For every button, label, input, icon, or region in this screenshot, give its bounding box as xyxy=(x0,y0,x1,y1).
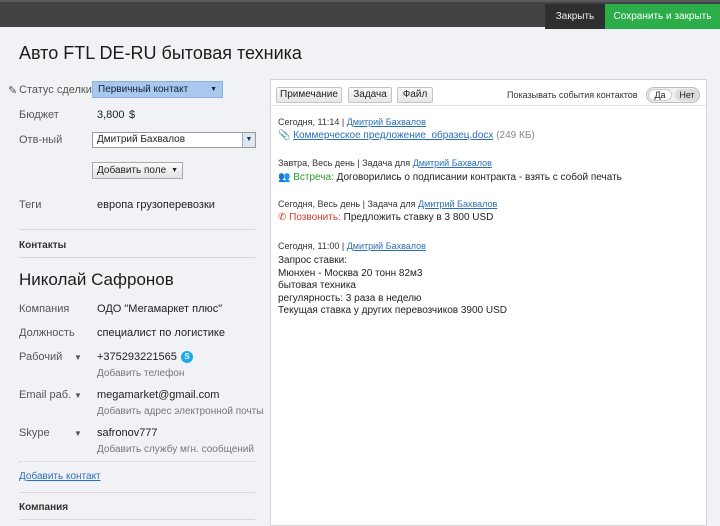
author-link[interactable]: Дмитрий Бахвалов xyxy=(413,158,492,168)
event-meeting: 👥 Встреча: Договорились о подписании кон… xyxy=(278,172,622,183)
event-meta: Завтра, Весь день | Задача для Дмитрий Б… xyxy=(278,158,492,168)
task-text[interactable]: Договорились о подписании контракта - вз… xyxy=(337,172,622,183)
tab-file[interactable]: Файл xyxy=(397,87,433,103)
company-label: Компания xyxy=(19,303,70,315)
chevron-down-icon: ▼ xyxy=(171,167,178,174)
event-time: Сегодня, 11:14 | xyxy=(278,117,345,127)
note-line: Запрос ставки: xyxy=(278,255,347,266)
add-contact-link[interactable]: Добавить контакт xyxy=(19,471,101,482)
contact-name[interactable]: Николай Сафронов xyxy=(19,270,174,290)
position-value[interactable]: специалист по логистике xyxy=(97,327,225,339)
divider xyxy=(19,257,255,258)
phone-icon: ✆ xyxy=(278,212,287,223)
event-meta: Сегодня, 11:14 | Дмитрий Бахвалов xyxy=(278,117,426,127)
budget-label: Бюджет xyxy=(19,109,59,121)
edit-pencil-icon: ✎ xyxy=(8,85,18,97)
meeting-icon: 👥 xyxy=(278,172,291,183)
responsible-label: Отв-ный xyxy=(19,134,63,146)
email-type-dropdown-icon[interactable]: ▼ xyxy=(74,391,82,400)
email-type-label: Email раб. xyxy=(19,389,72,401)
add-im-link[interactable]: Добавить службу мгн. сообщений xyxy=(97,444,254,455)
responsible-select[interactable]: Дмитрий Бахвалов ▼ xyxy=(92,132,256,148)
author-link[interactable]: Дмитрий Бахвалов xyxy=(418,199,497,209)
event-time: Сегодня, Весь день | Задача для xyxy=(278,199,416,209)
chevron-down-icon: ▼ xyxy=(210,86,217,93)
email-value[interactable]: megamarket@gmail.com xyxy=(97,389,219,401)
paperclip-icon: 📎 xyxy=(278,130,291,141)
responsible-value: Дмитрий Бахвалов xyxy=(97,134,186,145)
note-line: Мюнхен - Москва 20 тонн 82м3 xyxy=(278,267,423,279)
event-time: Сегодня, 11:00 | xyxy=(278,241,345,251)
phone-type-label: Рабочий xyxy=(19,351,63,363)
feed-panel: Примечание Задача Файл Показывать событи… xyxy=(270,79,707,526)
tab-task[interactable]: Задача xyxy=(348,87,392,103)
close-button[interactable]: Закрыть xyxy=(545,4,605,29)
tags-label: Теги xyxy=(19,199,42,211)
company-value[interactable]: ОДО "Мегамаркет плюс" xyxy=(97,303,222,315)
toggle-yes-option[interactable]: Да xyxy=(648,89,672,101)
contact-events-toggle[interactable]: Да Нет xyxy=(646,87,700,103)
divider xyxy=(19,461,255,462)
budget-value[interactable]: 3,800 xyxy=(97,109,125,121)
event-file: 📎 Коммерческое предложение_образец.docx … xyxy=(278,130,535,141)
deal-title[interactable]: Авто FTL DE-RU бытовая техника xyxy=(19,43,302,64)
task-text[interactable]: Предложить ставку в 3 800 USD xyxy=(344,212,494,223)
note-line: регулярность: 3 раза в неделю xyxy=(278,292,422,304)
status-value: Первичный контакт xyxy=(98,84,189,95)
divider xyxy=(19,519,255,520)
task-type: Позвонить: xyxy=(289,212,341,223)
budget-currency: $ xyxy=(129,109,136,121)
task-type: Встреча: xyxy=(293,172,334,183)
top-bar: Закрыть Сохранить и закрыть xyxy=(0,0,720,29)
chevron-down-icon: ▼ xyxy=(242,133,255,147)
company-section-title: Компания xyxy=(19,502,69,513)
feed-toolbar: Примечание Задача Файл Показывать событи… xyxy=(271,80,706,106)
note-text: Запрос ставки: Мюнхен - Москва 20 тонн 8… xyxy=(278,255,507,318)
event-meta: Сегодня, Весь день | Задача для Дмитрий … xyxy=(278,199,497,209)
status-label: Статус сделки xyxy=(19,84,92,96)
add-email-link[interactable]: Добавить адрес электронной почты xyxy=(97,406,263,417)
toggle-no-option[interactable]: Нет xyxy=(675,89,699,101)
skype-type-dropdown-icon[interactable]: ▼ xyxy=(74,429,82,438)
event-meta: Сегодня, 11:00 | Дмитрий Бахвалов xyxy=(278,241,426,251)
event-time: Завтра, Весь день | Задача для xyxy=(278,158,411,168)
skype-value[interactable]: safronov777 xyxy=(97,427,158,439)
event-call: ✆ Позвонить: Предложить ставку в 3 800 U… xyxy=(278,212,493,223)
phone-type-dropdown-icon[interactable]: ▼ xyxy=(74,353,82,362)
tab-note[interactable]: Примечание xyxy=(276,87,342,103)
save-and-close-button[interactable]: Сохранить и закрыть xyxy=(605,4,720,29)
file-link[interactable]: Коммерческое предложение_образец.docx xyxy=(293,130,493,141)
status-select[interactable]: Первичный контакт ▼ xyxy=(92,81,223,98)
author-link[interactable]: Дмитрий Бахвалов xyxy=(347,117,426,127)
phone-value[interactable]: +375293221565 xyxy=(97,351,177,363)
show-contact-events-label: Показывать события контактов xyxy=(507,90,638,100)
note-line: бытовая техника xyxy=(278,280,356,291)
author-link[interactable]: Дмитрий Бахвалов xyxy=(347,241,426,251)
note-line: Текущая ставка у других перевозчиков 390… xyxy=(278,305,508,316)
skype-icon[interactable]: S xyxy=(181,351,193,363)
add-phone-link[interactable]: Добавить телефон xyxy=(97,368,184,379)
file-size: (249 КБ) xyxy=(496,130,535,141)
divider xyxy=(19,229,255,230)
tags-value[interactable]: европа грузоперевозки xyxy=(97,199,215,211)
position-label: Должность xyxy=(19,327,75,339)
skype-type-label: Skype xyxy=(19,427,50,439)
contacts-section-title: Контакты xyxy=(19,240,67,251)
divider xyxy=(19,492,255,493)
add-field-label: Добавить поле xyxy=(97,165,167,176)
add-field-button[interactable]: Добавить поле ▼ xyxy=(92,162,183,179)
